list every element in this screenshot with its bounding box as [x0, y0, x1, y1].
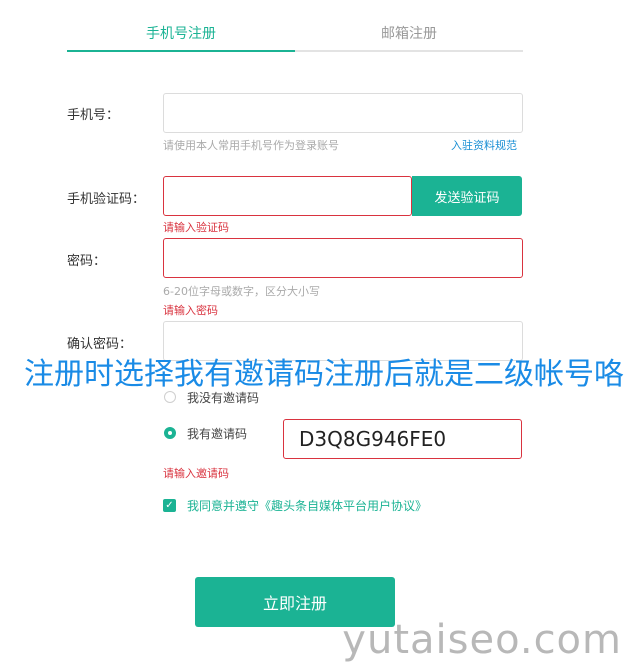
invite-code-input[interactable] [283, 419, 522, 459]
send-code-button[interactable]: 发送验证码 [412, 176, 522, 216]
tab-divider [295, 50, 523, 52]
password-hint: 6-20位字母或数字，区分大小写 [163, 285, 320, 298]
agreement-text[interactable]: 我同意并遵守《趣头条自媒体平台用户协议》 [187, 497, 427, 514]
overlay-annotation: 注册时选择我有邀请码注册后就是二级帐号咯 [24, 357, 624, 392]
confirm-label: 确认密码： [67, 337, 133, 352]
confirm-input[interactable] [163, 321, 523, 361]
tab-active-indicator [67, 50, 295, 52]
password-input[interactable] [163, 238, 523, 278]
rules-link[interactable]: 入驻资料规范 [451, 137, 517, 153]
tab-email-register[interactable]: 邮箱注册 [295, 20, 523, 50]
watermark: yutaiseo.com [342, 617, 622, 663]
agreement-checkbox[interactable]: ✓ [163, 499, 176, 512]
radio-no-invite[interactable] [164, 391, 176, 403]
phone-label: 手机号： [67, 108, 120, 123]
phone-hint: 请使用本人常用手机号作为登录账号 [163, 139, 339, 152]
tab-phone-register[interactable]: 手机号注册 [67, 20, 295, 50]
password-error: 请输入密码 [163, 304, 218, 317]
code-input[interactable] [163, 176, 412, 216]
radio-have-invite-label[interactable]: 我有邀请码 [187, 425, 247, 442]
radio-have-invite[interactable] [164, 427, 176, 439]
invite-error: 请输入邀请码 [163, 467, 229, 480]
code-error: 请输入验证码 [163, 221, 229, 234]
phone-input[interactable] [163, 93, 523, 133]
password-label: 密码： [67, 254, 107, 269]
code-label: 手机验证码： [67, 192, 146, 207]
